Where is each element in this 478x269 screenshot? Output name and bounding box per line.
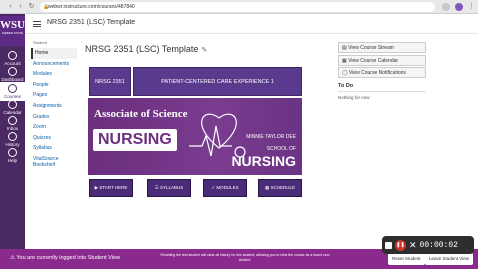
student-view-message-text: You are currently logged into Student Vi…	[16, 255, 121, 261]
syllabus-button[interactable]: ☰ SYLLABUS	[147, 179, 191, 197]
leave-student-view-button[interactable]: Leave Student View	[425, 253, 473, 265]
course-nav-syllabus[interactable]: Syllabus	[31, 143, 77, 154]
course-topbar: NRSG 2351 (LSC) Template	[25, 14, 478, 34]
nursing-banner-image: Associate of Science NURSING MINNIE TAYL…	[88, 98, 302, 175]
course-nav-pages[interactable]: Pages	[31, 90, 77, 101]
view-course-stream-button[interactable]: ▤ View Course Stream	[338, 42, 426, 53]
forward-button[interactable]: ›	[16, 2, 25, 11]
screen-recorder-controls: ❚❚ ✕ 00:00:02	[382, 236, 474, 254]
todo-heading: To Do	[338, 83, 426, 92]
global-nav-history[interactable]: History	[0, 132, 25, 147]
course-nav-vitalsource[interactable]: VitalSource Bookshelf	[31, 156, 77, 168]
reset-student-button[interactable]: Reset Student	[388, 253, 425, 265]
modules-button[interactable]: ✓ MODULES	[203, 179, 247, 197]
calendar-icon	[8, 100, 17, 109]
global-nav-dashboard[interactable]: Dashboard	[0, 67, 25, 82]
course-nav-header: Student	[33, 40, 47, 45]
dashboard-icon	[8, 67, 17, 76]
banner-nursing-text: NURSING	[93, 129, 177, 151]
course-nav-quizzes[interactable]: Quizzes	[31, 133, 77, 144]
banner-school-of: SCHOOL OF	[266, 146, 296, 152]
address-bar[interactable]: 🔒 webwr.instructure.com/courses/487840	[40, 2, 435, 12]
page-title: NRSG 2351 (LSC) Template ✎	[85, 44, 207, 54]
url-text: webwr.instructure.com/courses/487840	[48, 4, 135, 10]
extension-icon[interactable]	[442, 3, 450, 11]
course-navigation: Student Home Announcements Modules Peopl…	[31, 40, 77, 168]
close-icon[interactable]: ✕	[409, 240, 417, 251]
global-nav-account[interactable]: Account	[0, 51, 25, 66]
course-nav-assignments[interactable]: Assignments	[31, 101, 77, 112]
student-view-message: ⚠ You are currently logged into Student …	[10, 255, 121, 261]
global-nav-label: Inbox	[6, 126, 18, 131]
course-nav-modules[interactable]: Modules	[31, 69, 77, 80]
history-icon	[8, 132, 17, 141]
logo-text: WSU	[0, 19, 26, 31]
profile-avatar[interactable]	[455, 3, 463, 11]
course-name-tile: PATIENT-CENTERED CARE EXPERIENCE 1	[133, 67, 302, 96]
global-nav-label: Account	[4, 61, 21, 66]
button-label: View Course Calendar	[348, 57, 399, 64]
banner-school-nursing: NURSING	[231, 153, 296, 169]
hamburger-menu-icon[interactable]	[33, 21, 41, 27]
global-nav-inbox[interactable]: Inbox	[0, 116, 25, 131]
course-code-tile: NRSG 2351	[89, 67, 131, 96]
page-title-text: NRSG 2351 (LSC) Template	[85, 44, 199, 54]
course-page: NRSG 2351 (LSC) Template Student Home An…	[25, 14, 478, 249]
button-label: View Course Stream	[348, 45, 394, 51]
global-nav-courses[interactable]: Courses	[0, 82, 25, 101]
banner-school-name: MINNIE TAYLOR DEE	[246, 134, 296, 140]
inbox-icon	[8, 116, 17, 125]
lock-icon: 🔒	[43, 4, 50, 10]
recording-timer: 00:00:02	[419, 240, 458, 250]
global-nav-label: Calendar	[3, 110, 22, 115]
back-button[interactable]: ‹	[6, 2, 15, 11]
global-nav-label: Help	[7, 158, 18, 163]
course-sidebar: ▤ View Course Stream ▦ View Course Calen…	[338, 42, 426, 100]
course-nav-home[interactable]: Home	[31, 48, 77, 59]
help-icon	[8, 148, 17, 157]
global-nav-calendar[interactable]: Calendar	[0, 100, 25, 115]
browser-menu-icon[interactable]: ⋮	[467, 2, 476, 11]
global-nav-label: Courses	[4, 94, 21, 99]
browser-toolbar: ‹ › ↻ 🔒 webwr.instructure.com/courses/48…	[0, 0, 478, 14]
view-course-calendar-button[interactable]: ▦ View Course Calendar	[338, 54, 426, 66]
wsu-logo[interactable]: WSU WEBER STATE	[0, 16, 25, 46]
edit-icon[interactable]: ✎	[201, 47, 207, 54]
courses-icon	[8, 84, 17, 93]
global-nav-help[interactable]: Help	[0, 148, 25, 163]
schedule-button[interactable]: ▦ SCHEDULE	[258, 179, 302, 197]
stop-icon[interactable]	[385, 241, 392, 249]
banner-associate-text: Associate of Science	[94, 108, 188, 120]
todo-empty-text: Nothing for now	[338, 95, 370, 100]
global-nav-label: History	[5, 142, 20, 147]
account-icon	[8, 51, 17, 60]
global-navigation: WSU WEBER STATE Account Dashboard Course…	[0, 14, 25, 249]
breadcrumb[interactable]: NRSG 2351 (LSC) Template	[47, 19, 135, 26]
student-view-note: Resetting the test student will clear al…	[160, 253, 330, 262]
logo-subtext: WEBER STATE	[1, 31, 24, 35]
pause-icon[interactable]: ❚❚	[395, 239, 406, 251]
course-nav-people[interactable]: People	[31, 80, 77, 91]
course-nav-grades[interactable]: Grades	[31, 112, 77, 123]
view-course-notifications-button[interactable]: ◯ View Course Notifications	[338, 67, 426, 78]
course-nav-zoom[interactable]: Zoom	[31, 122, 77, 133]
button-label: View Course Notifications	[349, 70, 406, 76]
reload-button[interactable]: ↻	[27, 2, 36, 11]
start-here-button[interactable]: ▶ START HERE	[89, 179, 133, 197]
course-nav-announcements[interactable]: Announcements	[31, 59, 77, 70]
